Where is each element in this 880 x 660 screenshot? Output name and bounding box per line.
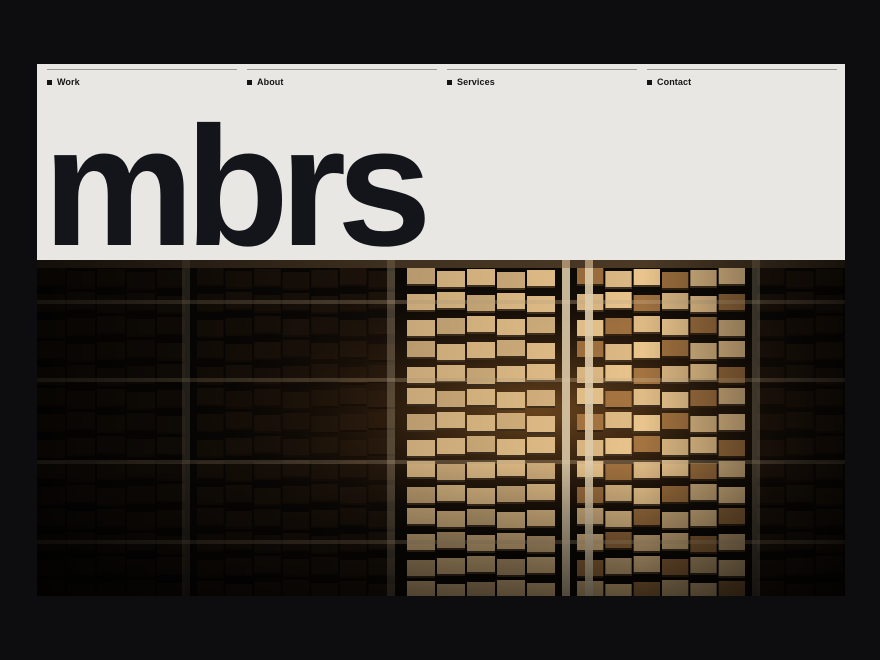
nav-item-work[interactable]: Work xyxy=(47,69,237,89)
nav-item-label: About xyxy=(257,77,284,87)
nav-item-services[interactable]: Services xyxy=(447,69,637,89)
nav-item-label: Contact xyxy=(657,77,692,87)
square-bullet-icon xyxy=(447,79,452,85)
top-nav: Work About Services Contact xyxy=(47,69,837,89)
nav-item-contact[interactable]: Contact xyxy=(647,69,837,89)
square-bullet-icon xyxy=(47,79,52,85)
brand-wordmark[interactable]: mbrs xyxy=(43,102,432,272)
nav-item-label: Work xyxy=(57,77,80,87)
nav-item-about[interactable]: About xyxy=(247,69,437,89)
site-frame: Work About Services Contact mbrs xyxy=(37,64,845,596)
nav-item-label: Services xyxy=(457,77,495,87)
hero-image-lumber-racks xyxy=(37,260,845,596)
square-bullet-icon xyxy=(247,79,252,85)
square-bullet-icon xyxy=(647,79,652,85)
